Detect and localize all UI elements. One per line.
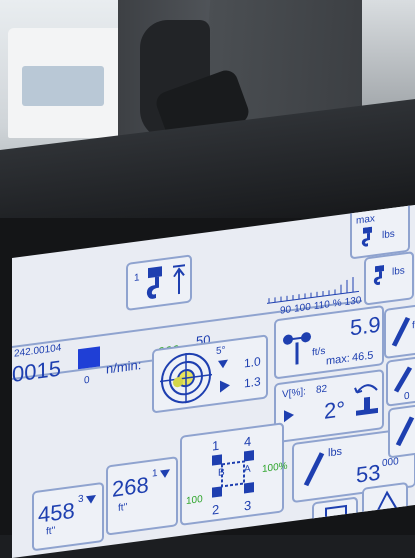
slew-value-pct: 82 xyxy=(316,383,328,396)
hook-small-icon xyxy=(361,226,372,247)
scale-tick-100: 100 xyxy=(294,301,311,315)
outrigger-letter-b: B xyxy=(218,467,225,479)
boom-zero: 0 xyxy=(404,390,410,403)
outrigger-pct-left: 100 xyxy=(186,493,203,508)
hoist-arrow-icon xyxy=(173,264,185,295)
length-panel-1[interactable]: 458 3 ft'' xyxy=(32,481,104,552)
outrigger-n3: 3 xyxy=(244,497,252,514)
scale-tick-130: 130 xyxy=(344,295,362,309)
boom-panel[interactable]: ft xyxy=(384,303,415,360)
length-value-1: 458 xyxy=(38,497,75,528)
length-unit-1: ft'' xyxy=(46,525,56,538)
level-val-2: 1.3 xyxy=(244,374,261,391)
length-unit-2: ft'' xyxy=(118,501,128,515)
length-down-icon-2 xyxy=(160,469,170,479)
boom-panel-3[interactable] xyxy=(388,403,415,459)
hoist-selector[interactable]: 1 xyxy=(126,254,192,311)
hook-load-button[interactable]: lbs xyxy=(364,251,414,306)
scale-tick-90: 90 xyxy=(280,304,292,317)
hook-load-icon xyxy=(373,265,384,285)
slew-angle: 2° xyxy=(324,396,346,424)
scale-tick-110: 110 xyxy=(313,299,330,313)
length-sup-2: 1 xyxy=(152,467,158,480)
boom-icon xyxy=(391,316,411,347)
outrigger-panel[interactable]: 1 4 2 3 B A 100% 100 xyxy=(180,422,288,526)
outrigger-n2: 2 xyxy=(212,501,220,518)
load-value: 53 xyxy=(356,459,381,488)
load-sup: 000 xyxy=(382,456,399,470)
outrigger-n4: 4 xyxy=(244,433,252,450)
length-panel-2[interactable]: 268 1 ft'' xyxy=(106,456,178,536)
length-value-2: 268 xyxy=(112,472,149,502)
length-sup-1: 3 xyxy=(78,493,84,506)
boom-angle-icon xyxy=(393,366,413,393)
counter-value: 0015 xyxy=(12,355,61,387)
wind-value: 5.9 xyxy=(350,311,381,341)
lbs-label-2: lbs xyxy=(392,265,405,278)
crane-display: 1 90 100 1 10 % 130 max lbs lbs 242.00104… xyxy=(12,197,415,558)
wind-unit: ft/s xyxy=(312,345,326,359)
level-angle: 5° xyxy=(216,344,226,358)
outrigger-n1: 1 xyxy=(212,437,220,454)
wind-panel[interactable]: ft/s 5.9 max: 46.5 xyxy=(274,305,384,380)
level-panel[interactable]: 5° 1.0 1.3 xyxy=(152,334,268,414)
length-down-icon-1 xyxy=(86,494,96,505)
boom-small-icon xyxy=(395,416,415,447)
vehicle xyxy=(8,28,128,138)
scale-tick-pct: % xyxy=(332,297,342,310)
hook-icon xyxy=(146,266,162,299)
counter-zero: 0 xyxy=(84,374,90,387)
wind-max-label: max: xyxy=(326,352,350,368)
slew-icon xyxy=(354,384,378,416)
level-target-icon xyxy=(160,352,212,404)
nmin-label: n/min: xyxy=(106,356,142,377)
slew-label: V[%]: xyxy=(282,386,306,401)
boom-load-icon xyxy=(303,452,325,487)
level-down-icon xyxy=(218,359,228,369)
wind-max-value: 46.5 xyxy=(352,349,374,365)
anemometer-icon xyxy=(283,332,311,365)
lbs-label: lbs xyxy=(382,228,395,242)
hoist-number: 1 xyxy=(134,272,140,284)
boom-angle-panel[interactable]: 0 xyxy=(386,355,415,407)
load-unit: lbs xyxy=(328,445,343,460)
max-label: max xyxy=(356,213,375,227)
outrigger-pct-right: 100% xyxy=(262,460,288,476)
slew-right-icon xyxy=(284,408,294,423)
counter-bar xyxy=(78,346,100,370)
level-val-1: 1.0 xyxy=(244,354,261,371)
outrigger-letter-a: A xyxy=(244,463,251,476)
level-right-icon xyxy=(220,379,230,393)
